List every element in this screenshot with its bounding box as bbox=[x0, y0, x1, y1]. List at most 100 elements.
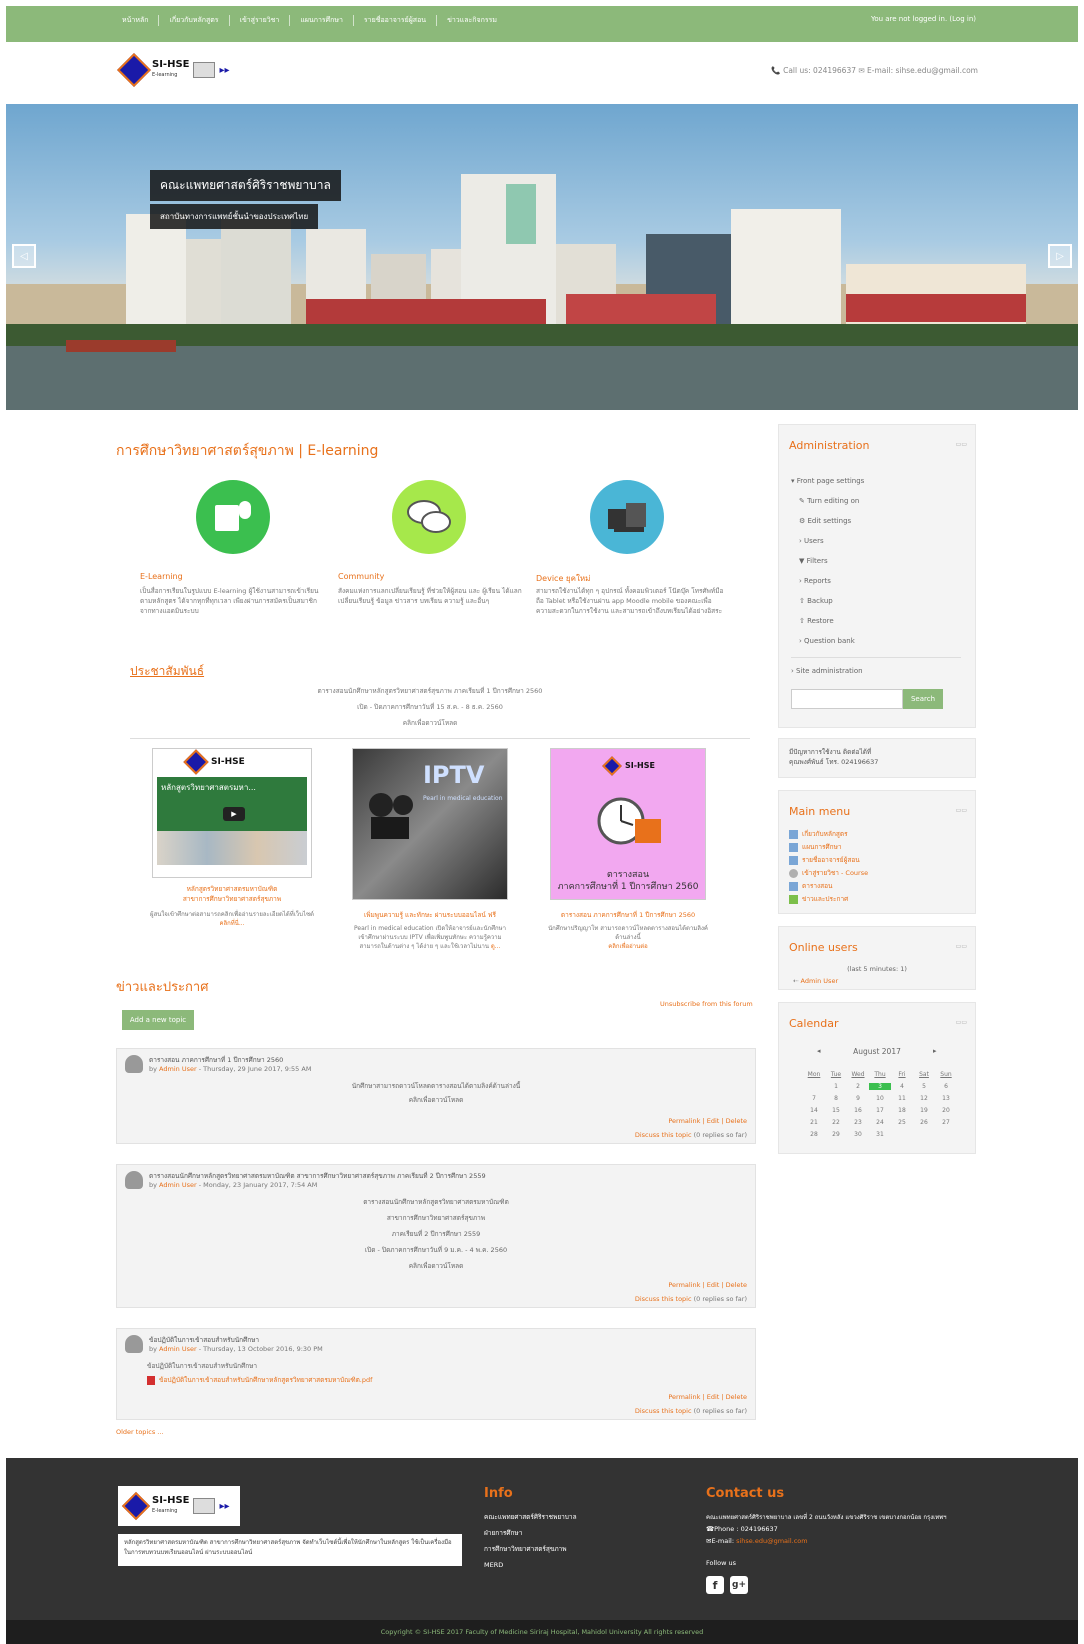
iptv-subtitle: Pearl in medical education bbox=[423, 795, 503, 802]
admin-question-bank[interactable]: › Question bank bbox=[799, 637, 855, 645]
delete-link[interactable]: Delete bbox=[726, 1117, 747, 1125]
hero-slider: คณะแพทยศาสตร์ศิริราชพยาบาล สถาบันทางการแ… bbox=[6, 104, 1078, 410]
post-header: ตารางสอนนักศึกษาหลักสูตรวิทยาศาสตรมหาบัณ… bbox=[125, 1171, 486, 1189]
slider-prev-button[interactable]: ◁ bbox=[12, 244, 36, 268]
card-link-timetable[interactable]: คลิกเพื่ออ่านต่อ bbox=[546, 942, 710, 951]
course-promo-card[interactable]: SI-HSE หลักสูตรวิทยาศาสตรมหา... ▶ bbox=[152, 748, 312, 878]
nav-study-plan[interactable]: แผนการศึกษา bbox=[290, 15, 354, 26]
admin-reports[interactable]: › Reports bbox=[799, 577, 831, 585]
post-download-link[interactable]: คลิกเพื่อดาวน์โหลด bbox=[117, 1095, 755, 1105]
discuss-topic-link[interactable]: Discuss this topic bbox=[635, 1131, 692, 1139]
divider bbox=[130, 738, 750, 739]
admin-restore[interactable]: ⇧ Restore bbox=[799, 617, 834, 625]
older-topics-link[interactable]: Older topics ... bbox=[116, 1428, 163, 1436]
calendar-week: 123456 bbox=[834, 1083, 948, 1090]
timetable-promo-card[interactable]: SI-HSE ตารางสอน ภาคการศึกษาที่ 1 ปีการศึ… bbox=[550, 748, 706, 900]
admin-filters[interactable]: ▼ Filters bbox=[799, 557, 828, 565]
admin-turn-editing-on[interactable]: ✎ Turn editing on bbox=[799, 497, 859, 505]
nav-enter-course[interactable]: เข้าสู่รายวิชา bbox=[230, 15, 291, 26]
edit-link[interactable]: Edit bbox=[707, 1393, 720, 1401]
calendar-next-month-button[interactable]: ▸ bbox=[933, 1047, 937, 1055]
permalink-link[interactable]: Permalink bbox=[668, 1117, 700, 1125]
online-user-entry[interactable]: ⇠ Admin User bbox=[793, 977, 838, 985]
login-status[interactable]: You are not logged in. (Log in) bbox=[871, 15, 976, 23]
google-plus-icon[interactable]: g+ bbox=[730, 1576, 748, 1594]
hero-image bbox=[6, 174, 1078, 410]
block-controls-icon[interactable]: ▭▭ bbox=[956, 807, 967, 814]
feature-title-community: Community bbox=[338, 572, 385, 581]
post-discussion: Discuss this topic (0 replies so far) bbox=[634, 1131, 747, 1139]
post-author-link[interactable]: Admin User bbox=[159, 1065, 197, 1073]
permalink-link[interactable]: Permalink bbox=[668, 1281, 700, 1289]
add-topic-button[interactable]: Add a new topic bbox=[122, 1010, 194, 1030]
attachment-link[interactable]: ข้อปฏิบัติในการเข้าสอบสำหรับนักศึกษาหลัก… bbox=[159, 1376, 372, 1384]
video-thumbnail[interactable]: หลักสูตรวิทยาศาสตรมหา... ▶ bbox=[157, 777, 307, 865]
admin-site-administration[interactable]: › Site administration bbox=[791, 667, 863, 675]
permalink-link[interactable]: Permalink bbox=[668, 1393, 700, 1401]
discuss-topic-link[interactable]: Discuss this topic bbox=[635, 1407, 692, 1415]
block-controls-icon[interactable]: ▭▭ bbox=[956, 441, 967, 448]
announcement-heading[interactable]: ประชาสัมพันธ์ bbox=[130, 662, 204, 681]
menu-item-study-plan[interactable]: แผนการศึกษา bbox=[789, 842, 842, 852]
delete-link[interactable]: Delete bbox=[726, 1393, 747, 1401]
block-controls-icon[interactable]: ▭▭ bbox=[956, 943, 967, 950]
help-text-1: มีปัญหาการใช้งาน ติดต่อได้ที่ bbox=[789, 748, 872, 756]
admin-search-input[interactable] bbox=[791, 689, 903, 709]
block-controls-icon[interactable]: ▭▭ bbox=[956, 1019, 967, 1026]
facebook-icon[interactable]: f bbox=[706, 1576, 724, 1594]
post-byline: by Admin User - Monday, 23 January 2017,… bbox=[149, 1181, 318, 1189]
announcement-download-link[interactable]: คลิกเพื่อดาวน์โหลด bbox=[130, 718, 730, 728]
calendar-today[interactable]: 3 bbox=[869, 1083, 891, 1090]
administration-block: Administration ▭▭ ▾ Front page settings … bbox=[778, 424, 976, 728]
nav-instructors[interactable]: รายชื่ออาจารย์ผู้สอน bbox=[354, 15, 438, 26]
post-author-link[interactable]: Admin User bbox=[159, 1181, 197, 1189]
top-nav-menu: หน้าหลัก เกี่ยวกับหลักสูตร เข้าสู่รายวิช… bbox=[122, 15, 507, 26]
main-menu-title: Main menu bbox=[789, 805, 851, 818]
slider-next-button[interactable]: ▷ bbox=[1048, 244, 1072, 268]
edit-link[interactable]: Edit bbox=[707, 1117, 720, 1125]
calendar-title: Calendar bbox=[789, 1017, 839, 1030]
community-feature-icon bbox=[392, 480, 466, 554]
menu-item-instructors[interactable]: รายชื่ออาจารย์ผู้สอน bbox=[789, 855, 860, 865]
delete-link[interactable]: Delete bbox=[726, 1281, 747, 1289]
play-icon[interactable]: ▶ bbox=[223, 807, 245, 821]
admin-front-page-settings[interactable]: ▾ Front page settings bbox=[791, 477, 864, 485]
admin-edit-settings[interactable]: ⚙ Edit settings bbox=[799, 517, 851, 525]
site-logo[interactable]: SI-HSE E-learning ▸▸ bbox=[117, 53, 230, 87]
calendar-block: Calendar ▭▭ ◂ August 2017 ▸ Mon Tue Wed Thu… bbox=[778, 1002, 976, 1154]
feature-text-device: สามารถใช้งานได้ทุก ๆ อุปกรณ์ ทั้งคอมพิวเ… bbox=[536, 587, 724, 615]
unsubscribe-link[interactable]: Unsubscribe from this forum bbox=[660, 1000, 753, 1008]
card-link-course[interactable]: คลิกที่นี่... bbox=[219, 920, 244, 927]
admin-users[interactable]: › Users bbox=[799, 537, 824, 545]
post-subject: ตารางสอนนักศึกษาหลักสูตรวิทยาศาสตรมหาบัณ… bbox=[149, 1172, 486, 1180]
edit-link[interactable]: Edit bbox=[707, 1281, 720, 1289]
menu-item-about[interactable]: เกี่ยวกับหลักสูตร bbox=[789, 829, 848, 839]
card-caption-course[interactable]: หลักสูตรวิทยาศาสตรมหาบัณฑิต สาขาการศึกษาว… bbox=[150, 884, 314, 904]
user-avatar-icon bbox=[125, 1335, 143, 1353]
post-download-link[interactable]: คลิกเพื่อดาวน์โหลด bbox=[117, 1261, 755, 1271]
footer-logo[interactable]: SI-HSE E-learning ▸▸ bbox=[118, 1486, 240, 1526]
admin-search-button[interactable]: Search bbox=[903, 689, 943, 709]
nav-news[interactable]: ข่าวและกิจกรรม bbox=[437, 15, 507, 26]
iptv-promo-card[interactable]: IPTV Pearl in medical education bbox=[352, 748, 508, 900]
card-caption-timetable[interactable]: ตารางสอน ภาคการศึกษาที่ 1 ปีการศึกษา 256… bbox=[546, 910, 710, 920]
nav-about-course[interactable]: เกี่ยวกับหลักสูตร bbox=[159, 15, 230, 26]
card-link-iptv[interactable]: ดู... bbox=[491, 943, 501, 950]
post-byline: by Admin User - Thursday, 13 October 201… bbox=[149, 1345, 323, 1353]
card-caption-iptv[interactable]: เพิ่มพูนความรู้ และทักษะ ผ่านระบบออนไลน์… bbox=[350, 910, 510, 920]
post-attachment[interactable]: ข้อปฏิบัติในการเข้าสอบสำหรับนักศึกษาหลัก… bbox=[147, 1375, 372, 1385]
post-author-link[interactable]: Admin User bbox=[159, 1345, 197, 1353]
footer-info-link[interactable]: คณะแพทยศาสตร์ศิริราชพยาบาล bbox=[484, 1510, 577, 1525]
menu-item-course[interactable]: เข้าสู่รายวิชา - Course bbox=[789, 868, 868, 878]
menu-item-news[interactable]: ข่าวและประกาศ bbox=[789, 894, 848, 904]
discuss-topic-link[interactable]: Discuss this topic bbox=[635, 1295, 692, 1303]
footer-info-link[interactable]: ฝ่ายการศึกษา bbox=[484, 1526, 522, 1541]
calendar-week: 28 29 30 31 bbox=[810, 1131, 884, 1138]
footer-info-link[interactable]: การศึกษาวิทยาศาสตร์สุขภาพ bbox=[484, 1542, 567, 1557]
timetable-logo-text: SI-HSE bbox=[625, 761, 655, 770]
footer-info-link[interactable]: MERD bbox=[484, 1558, 503, 1573]
admin-backup[interactable]: ⇧ Backup bbox=[799, 597, 833, 605]
menu-item-timetable[interactable]: ตารางสอน bbox=[789, 881, 833, 891]
nav-home[interactable]: หน้าหลัก bbox=[122, 15, 160, 26]
footer-email-link[interactable]: sihse.edu@gmail.com bbox=[736, 1537, 808, 1545]
